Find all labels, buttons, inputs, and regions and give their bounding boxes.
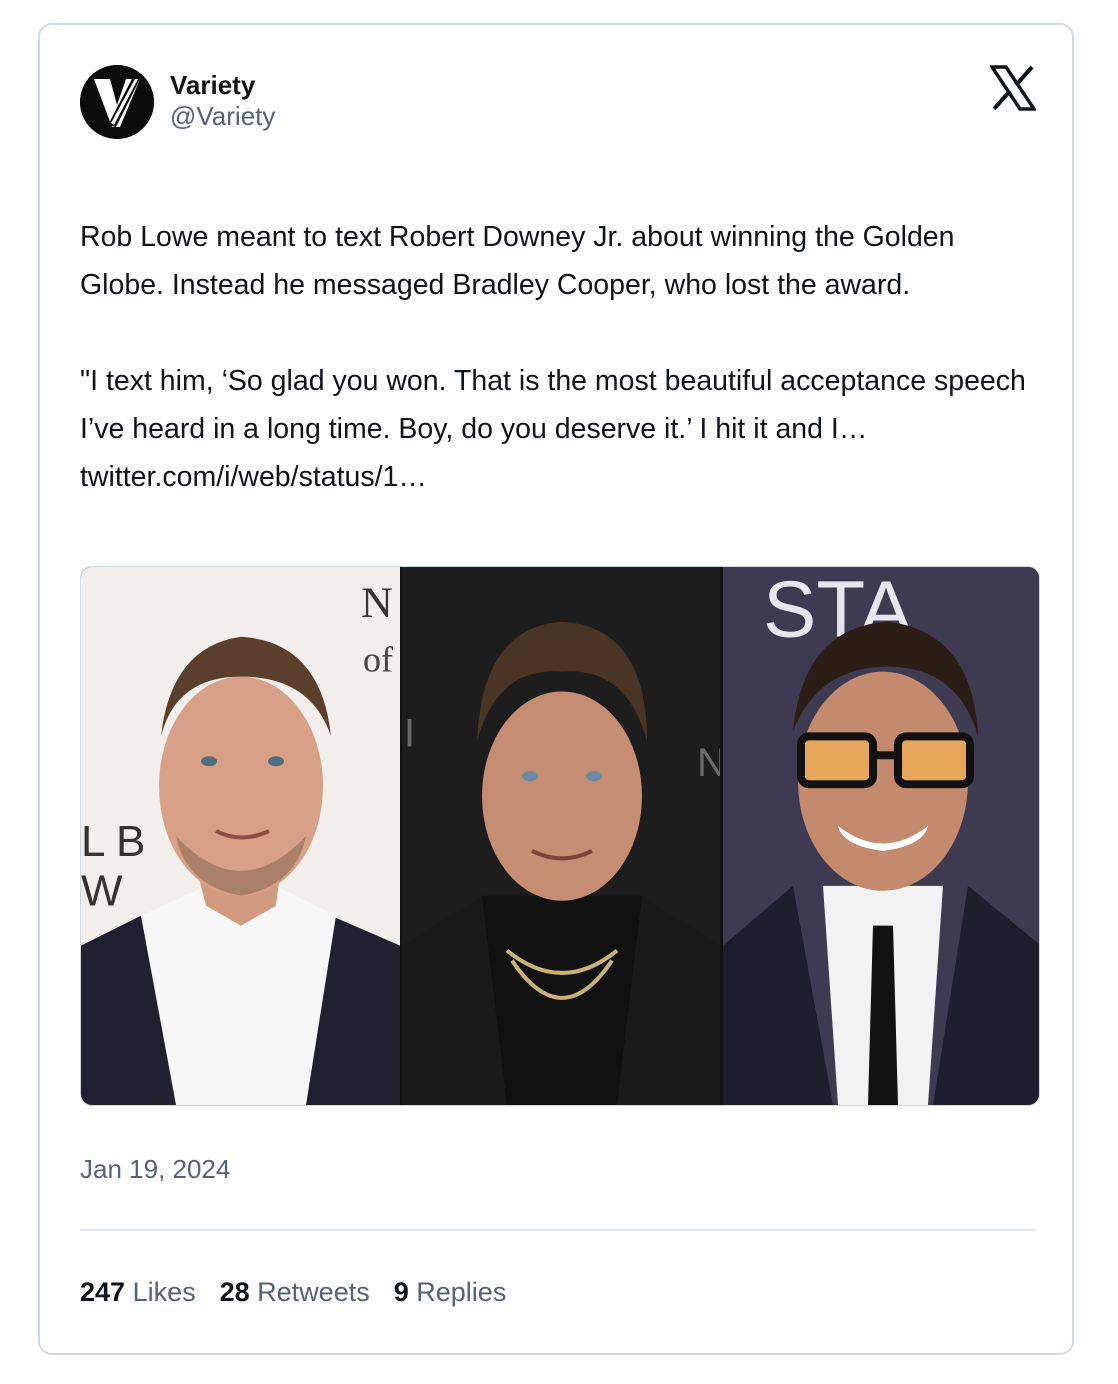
tweet-media[interactable]: N of L B W I N xyxy=(80,566,1040,1106)
tweet-date[interactable]: Jan 19, 2024 xyxy=(80,1153,230,1185)
svg-text:N: N xyxy=(697,741,720,785)
svg-text:of: of xyxy=(363,640,393,680)
replies-count: 9 xyxy=(393,1277,409,1307)
svg-text:W: W xyxy=(81,867,123,916)
photo-rob-lowe[interactable]: I N xyxy=(402,567,720,1105)
tweet-paragraph-2: "I text him, ‘So glad you won. That is t… xyxy=(80,357,1040,501)
avatar[interactable] xyxy=(80,65,154,139)
x-logo-icon[interactable] xyxy=(988,65,1038,111)
replies-stat[interactable]: 9 Replies xyxy=(394,1275,507,1309)
author-info: Variety @Variety xyxy=(170,69,275,131)
tweet-status-link[interactable]: twitter.com/i/web/status/1… xyxy=(80,461,427,493)
variety-v-logo-icon xyxy=(80,65,154,139)
svg-text:L B: L B xyxy=(81,817,145,866)
tweet-card: Variety @Variety Rob Lowe meant to text … xyxy=(38,23,1074,1355)
tweet-paragraph-2-text: "I text him, ‘So glad you won. That is t… xyxy=(80,365,1026,445)
retweets-stat[interactable]: 28 Retweets xyxy=(220,1275,370,1309)
tweet-body: Rob Lowe meant to text Robert Downey Jr.… xyxy=(80,213,1040,501)
tweet-stats: 247 Likes 28 Retweets 9 Replies xyxy=(80,1275,506,1309)
author-handle[interactable]: @Variety xyxy=(170,101,275,131)
photo-bradley-cooper[interactable]: N of L B W xyxy=(81,567,400,1105)
photo-robert-downey-jr[interactable]: STA xyxy=(723,567,1039,1105)
retweets-count: 28 xyxy=(219,1277,250,1307)
likes-stat[interactable]: 247 Likes xyxy=(80,1275,196,1309)
likes-label: Likes xyxy=(132,1277,196,1307)
author-display-name[interactable]: Variety xyxy=(170,69,275,101)
tweet-paragraph-1: Rob Lowe meant to text Robert Downey Jr.… xyxy=(80,221,955,301)
replies-label: Replies xyxy=(416,1277,507,1307)
likes-count: 247 xyxy=(80,1277,126,1307)
divider xyxy=(80,1229,1036,1231)
retweets-label: Retweets xyxy=(257,1277,370,1307)
tweet-header: Variety @Variety xyxy=(80,63,1038,139)
svg-text:I: I xyxy=(404,711,415,755)
backdrop-text: N xyxy=(361,579,393,627)
